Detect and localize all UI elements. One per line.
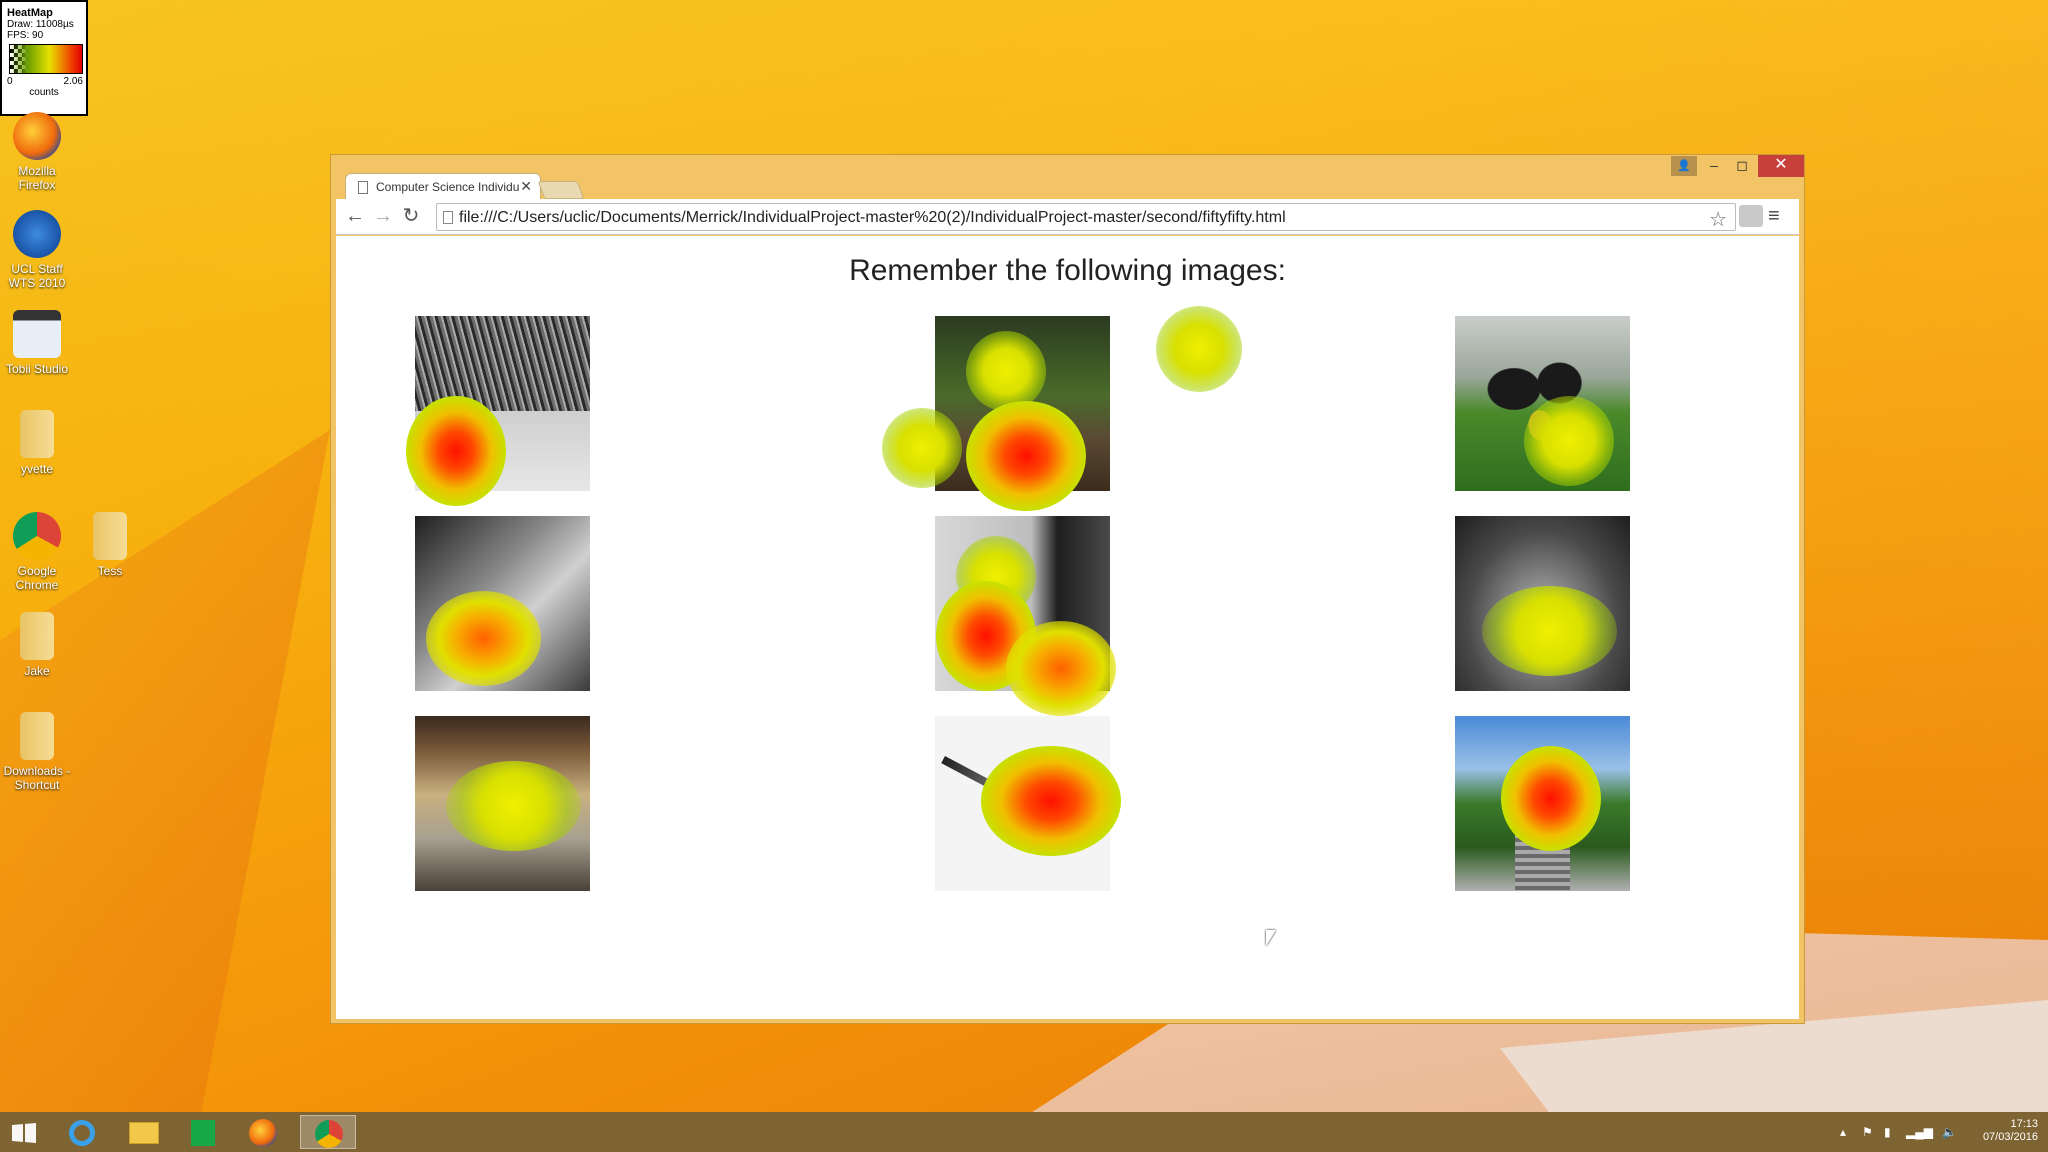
battery-icon[interactable]: ▮ [1884,1125,1891,1139]
tab-close-icon[interactable]: ✕ [520,178,532,195]
desktop-icon-label: Tess [97,564,123,578]
heatmap-title: HeatMap [7,7,53,19]
page-content: Remember the following images: [336,236,1799,1019]
desktop-icon-firefox[interactable]: Mozilla Firefox [1,112,73,192]
reload-icon[interactable]: ↻ [398,205,424,227]
desktop-icon-ucl-wts[interactable]: UCL Staff WTS 2010 [1,210,73,290]
desktop-icon-label: Jake [24,664,50,678]
heatmap-fps: FPS: 90 [7,30,44,41]
chrome-taskbar-icon[interactable] [300,1115,356,1149]
start-button[interactable] [0,1115,48,1149]
close-icon[interactable]: ✕ [1758,155,1804,177]
image-pen [935,716,1110,891]
image-rugby-players [1455,316,1630,491]
firefox-icon [13,112,61,160]
network-icon[interactable]: ▂▄▆ [1906,1125,1933,1139]
user-profile-icon[interactable]: 👤 [1671,156,1697,176]
mouse-cursor [1266,930,1276,946]
remote-desktop-icon [13,210,61,258]
chrome-icon [13,512,61,560]
desktop-icon-tess[interactable]: Tess [74,512,146,578]
desktop-icon-jake[interactable]: Jake [1,612,73,678]
clock[interactable]: 17:13 07/03/2016 [1983,1118,2038,1144]
desktop-icon-downloads[interactable]: Downloads - Shortcut [1,712,73,792]
chrome-window: Computer Science Individu ✕ 👤 – ◻ ✕ ← → … [330,154,1805,1024]
tray-chevron-icon[interactable]: ▴ [1840,1125,1846,1139]
gaze-hotspot [1156,306,1242,392]
image-park-stairs [1455,716,1630,891]
image-dishwasher-bw [415,516,590,691]
page-heading: Remember the following images: [849,254,1286,287]
clock-date: 07/03/2016 [1982,1131,2038,1143]
bookmark-star-icon[interactable]: ☆ [1709,207,1727,230]
desktop-icon-label: Google Chrome [15,564,59,592]
volume-icon[interactable]: 🔈 [1942,1125,1957,1139]
forward-icon[interactable]: → [370,205,396,227]
heatmap-draw: Draw: 11008µs [7,19,74,30]
desktop-icon-label: yvette [20,462,53,476]
tab-active[interactable]: Computer Science Individu ✕ [345,173,541,199]
image-forest-bw [415,316,590,491]
image-building-bw [935,516,1110,691]
folder-icon [93,512,127,560]
image-plants-bw [1455,516,1630,691]
heatmap-min: 0 [7,76,13,87]
store-icon[interactable] [175,1115,231,1149]
desktop-icon-label: UCL Staff WTS 2010 [8,262,66,290]
menu-icon[interactable]: ≡ [1768,205,1780,228]
desktop-icon-tobii[interactable]: Tobii Studio [1,310,73,376]
address-bar[interactable]: file:///C:/Users/uclic/Documents/Merrick… [436,203,1736,231]
folder-icon [20,612,54,660]
internet-explorer-icon[interactable] [55,1115,111,1149]
desktop-icon-label: Tobii Studio [5,362,69,376]
page-icon [358,181,368,194]
clock-time: 17:13 [2010,1118,2038,1130]
browser-toolbar: ← → ↻ file:///C:/Users/uclic/Documents/M… [336,199,1799,235]
new-tab-button[interactable] [537,181,585,199]
heatmap-max: 2.06 [63,76,83,87]
heatmap-legend: HeatMap Draw: 11008µs FPS: 90 0 2.06 coun… [0,0,88,116]
flag-icon[interactable]: ⚑ [1862,1125,1873,1139]
tab-title: Computer Science Individu [376,180,520,194]
image-forest-path [935,316,1110,491]
image-perfume-bottle [415,716,590,891]
firefox-taskbar-icon[interactable] [235,1115,291,1149]
tobii-studio-icon [13,310,61,358]
taskbar: ▴ ⚑ ▮ ▂▄▆ 🔈 17:13 07/03/2016 [0,1112,2048,1152]
maximize-icon[interactable]: ◻ [1727,155,1757,177]
minimize-icon[interactable]: – [1699,155,1729,177]
extension-icon[interactable] [1739,205,1763,227]
desktop-icon-label: Mozilla Firefox [18,164,56,192]
back-icon[interactable]: ← [342,205,368,227]
desktop-icon-chrome[interactable]: Google Chrome [1,512,73,592]
heatmap-unit: counts [29,87,59,98]
heatmap-color-scale [9,44,83,74]
url-text: file:///C:/Users/uclic/Documents/Merrick… [459,209,1286,226]
file-explorer-icon[interactable] [115,1115,171,1149]
desktop-icon-label: Downloads - Shortcut [3,764,71,792]
downloads-folder-icon [20,712,54,760]
desktop-icon-yvette[interactable]: yvette [1,410,73,476]
page-icon [443,211,453,224]
folder-icon [20,410,54,458]
